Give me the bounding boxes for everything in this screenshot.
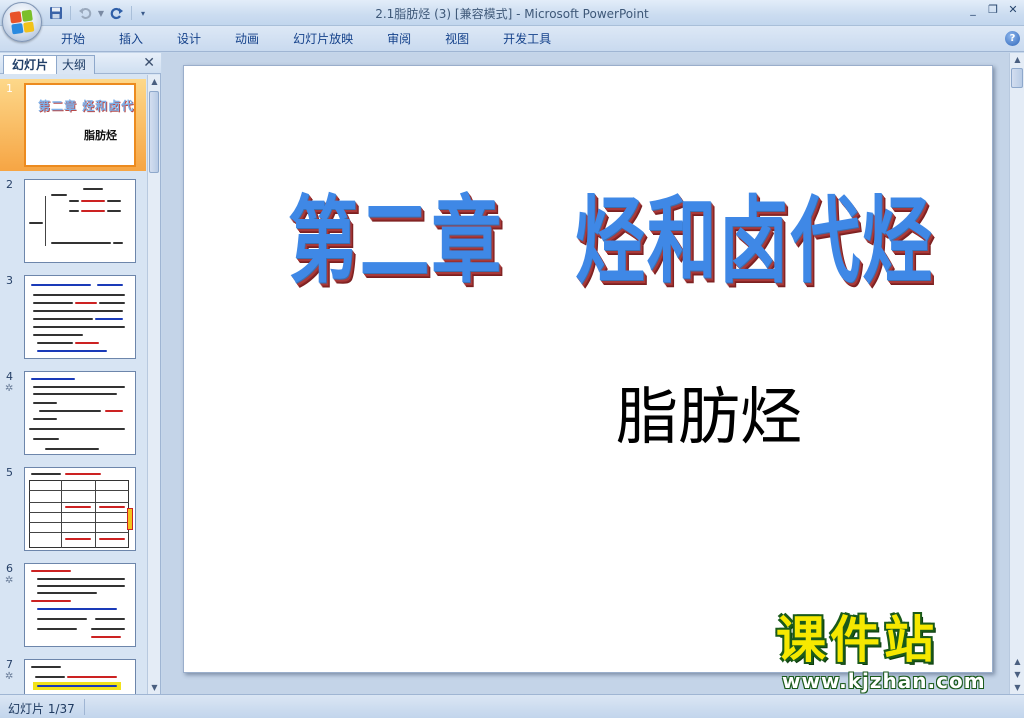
- thumbnail-number: 4: [6, 370, 13, 383]
- slide-indicator: 幻灯片 1/37: [8, 702, 75, 716]
- minimize-button[interactable]: _: [966, 3, 980, 17]
- help-icon[interactable]: ?: [1005, 31, 1020, 46]
- thumbnail-number: 6: [6, 562, 13, 575]
- tab-slides[interactable]: 幻灯片: [3, 55, 58, 74]
- status-separator: [84, 699, 85, 715]
- thumbnail-preview: [24, 371, 136, 455]
- close-button[interactable]: ✕: [1006, 3, 1020, 17]
- thumbnail-preview: 第二章 烃和卤代烃 脂肪烃: [24, 83, 136, 167]
- animation-icon: ✲: [5, 671, 14, 682]
- editor-scrollbar[interactable]: ▲ ▲ ▼ ▼: [1009, 53, 1024, 694]
- thumbnail-number: 7: [6, 658, 13, 671]
- ribbon: 开始 插入 设计 动画 幻灯片放映 审阅 视图 开发工具 ?: [0, 26, 1024, 52]
- panel-tabs: 幻灯片 大纲 ✕: [0, 53, 161, 74]
- scroll-thumb[interactable]: [1011, 68, 1023, 88]
- window-controls: _ ❐ ✕: [966, 3, 1020, 17]
- scroll-thumb[interactable]: [149, 91, 159, 173]
- animation-icon: ✲: [5, 383, 14, 394]
- thumbnail-number: 5: [6, 466, 13, 479]
- thumbnail-slide-2[interactable]: 2: [0, 175, 146, 267]
- tab-outline[interactable]: 大纲: [53, 55, 96, 74]
- tab-view[interactable]: 视图: [432, 30, 482, 48]
- thumbnail-slide-1[interactable]: 1 第二章 烃和卤代烃 脂肪烃: [0, 79, 146, 171]
- thumbnail-subtitle: 脂肪烃: [84, 129, 117, 142]
- thumbnail-slide-6[interactable]: 6 ✲: [0, 559, 146, 651]
- ribbon-tabs: 开始 插入 设计 动画 幻灯片放映 审阅 视图 开发工具: [48, 30, 572, 48]
- thumbnail-number: 3: [6, 274, 13, 287]
- scroll-down-icon[interactable]: ▼: [1011, 681, 1024, 694]
- scroll-up-icon[interactable]: ▲: [148, 75, 161, 88]
- tab-insert[interactable]: 插入: [106, 30, 156, 48]
- thumbnail-scrollbar[interactable]: ▲ ▼: [147, 75, 160, 694]
- thumbnail-title: 第二章 烃和卤代烃: [38, 99, 135, 113]
- thumbnail-slide-4[interactable]: 4 ✲: [0, 367, 146, 459]
- thumbnail-preview: [24, 563, 136, 647]
- slide-editor: 第二章 烃和卤代烃 脂肪烃: [162, 53, 1009, 694]
- office-button[interactable]: [2, 2, 42, 42]
- previous-slide-icon[interactable]: ▲: [1011, 655, 1024, 668]
- tab-home[interactable]: 开始: [48, 30, 98, 48]
- tab-developer[interactable]: 开发工具: [490, 30, 564, 48]
- tab-slideshow[interactable]: 幻灯片放映: [280, 30, 366, 48]
- thumbnail-number: 2: [6, 178, 13, 191]
- office-logo-icon: [9, 9, 35, 35]
- restore-button[interactable]: ❐: [986, 3, 1000, 17]
- tab-design[interactable]: 设计: [164, 30, 214, 48]
- thumbnail-slide-3[interactable]: 3: [0, 271, 146, 363]
- slide-subtitle[interactable]: 脂肪烃: [616, 386, 802, 448]
- thumbnail-slide-7[interactable]: 7 ✲: [0, 655, 146, 694]
- slide-title[interactable]: 第二章 烃和卤代烃: [288, 194, 934, 288]
- tab-animations[interactable]: 动画: [222, 30, 272, 48]
- close-icon[interactable]: ✕: [143, 55, 155, 71]
- thumbnail-slide-5[interactable]: 5: [0, 463, 146, 555]
- thumbnail-preview: [24, 275, 136, 359]
- next-slide-icon[interactable]: ▼: [1011, 668, 1024, 681]
- slide-canvas[interactable]: 第二章 烃和卤代烃 脂肪烃: [183, 65, 993, 673]
- animation-icon: ✲: [5, 575, 14, 586]
- thumbnail-preview: [24, 179, 136, 263]
- scroll-down-icon[interactable]: ▼: [148, 681, 161, 694]
- window-title: 2.1脂肪烃 (3) [兼容模式] - Microsoft PowerPoint: [375, 7, 649, 21]
- thumbnail-preview: [24, 467, 136, 551]
- thumbnail-list: 1 第二章 烃和卤代烃 脂肪烃 2: [0, 75, 146, 694]
- title-bar: ▼ ▾ 2.1脂肪烃 (3) [兼容模式] - Microsoft PowerP…: [0, 0, 1024, 42]
- slide-panel: 幻灯片 大纲 ✕ 1 第二章 烃和卤代烃 脂肪烃 2: [0, 53, 161, 694]
- scroll-up-icon[interactable]: ▲: [1011, 53, 1024, 66]
- status-bar: 幻灯片 1/37: [0, 694, 1024, 718]
- thumbnail-preview: [24, 659, 136, 694]
- tab-review[interactable]: 审阅: [374, 30, 424, 48]
- thumbnail-number: 1: [6, 82, 13, 95]
